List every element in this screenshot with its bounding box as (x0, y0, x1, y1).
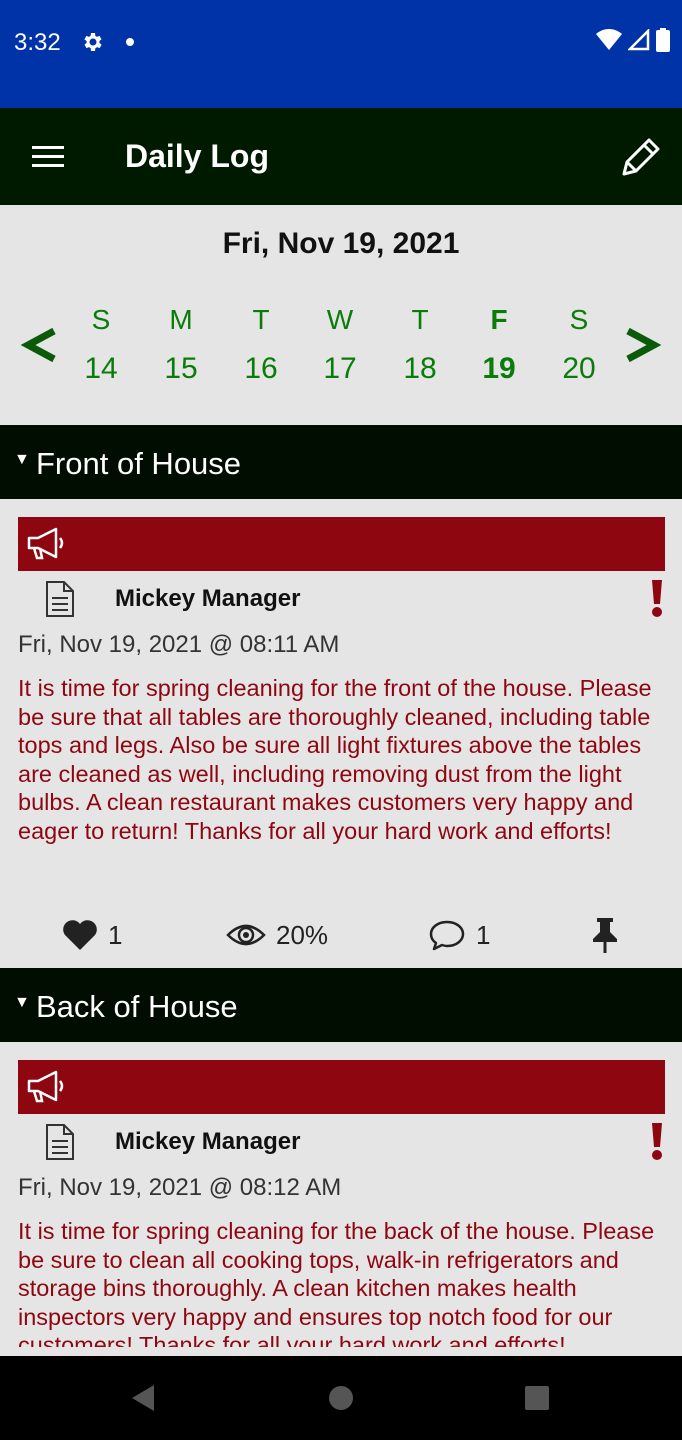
views-indicator[interactable]: 20% (226, 915, 328, 955)
system-navigation-bar (0, 1356, 682, 1440)
date-navigator: Fri, Nov 19, 2021 S 14 M 15 T 16 W 17 T … (0, 205, 682, 425)
megaphone-icon (27, 1070, 64, 1103)
day-letter: F (490, 304, 508, 335)
comment-count: 1 (476, 919, 491, 950)
day-15[interactable]: M 15 (146, 300, 216, 386)
heart-icon (63, 920, 97, 950)
section-header-front-of-house[interactable]: ▼ Front of House (0, 425, 682, 499)
day-number: 18 (403, 352, 437, 385)
gear-icon (84, 33, 102, 51)
post-timestamp: Fri, Nov 19, 2021 @ 08:11 AM (18, 631, 340, 658)
day-number: 15 (164, 352, 198, 385)
pencil-icon[interactable] (616, 132, 666, 182)
selected-date: Fri, Nov 19, 2021 (222, 227, 460, 260)
collapse-arrow-icon: ▼ (14, 994, 30, 1011)
eye-icon (226, 924, 266, 946)
day-number: 20 (562, 352, 596, 385)
announcement-banner (18, 1060, 665, 1114)
collapse-arrow-icon: ▼ (14, 451, 30, 468)
view-percent: 20% (276, 919, 329, 950)
signal-icon (628, 29, 650, 51)
day-letter: T (411, 304, 429, 335)
post-body: It is time for spring cleaning for the f… (18, 675, 652, 844)
day-number: 14 (84, 352, 118, 385)
section-title: Front of House (36, 446, 242, 481)
pin-button[interactable] (589, 915, 621, 955)
home-icon[interactable] (328, 1383, 354, 1413)
status-bar: 3:32 (0, 0, 682, 108)
comment-button[interactable]: 1 (428, 915, 490, 955)
day-letter: M (169, 304, 193, 335)
next-week-button[interactable] (622, 323, 662, 367)
megaphone-icon (27, 527, 64, 560)
post-author: Mickey Manager (115, 585, 301, 612)
menu-icon[interactable] (28, 138, 70, 174)
announcement-banner (18, 517, 665, 571)
battery-icon (656, 28, 670, 52)
post-body: It is time for spring cleaning for the b… (18, 1218, 655, 1347)
page-title: Daily Log (125, 138, 270, 174)
day-20[interactable]: S 20 (544, 300, 614, 386)
day-number: 19 (482, 352, 516, 385)
post-author: Mickey Manager (115, 1128, 301, 1155)
app-bar: Daily Log (0, 108, 682, 205)
recents-icon[interactable] (524, 1383, 550, 1413)
post-timestamp: Fri, Nov 19, 2021 @ 08:12 AM (18, 1174, 342, 1201)
day-17[interactable]: W 17 (305, 300, 375, 386)
document-icon[interactable] (44, 580, 76, 618)
wifi-icon (596, 29, 622, 50)
day-18[interactable]: T 18 (385, 300, 455, 386)
day-number: 17 (323, 352, 357, 385)
day-letter: S (91, 304, 111, 335)
back-icon[interactable] (128, 1383, 158, 1413)
like-button[interactable]: 1 (62, 915, 122, 955)
previous-week-button[interactable] (20, 323, 60, 367)
day-16[interactable]: T 16 (226, 300, 296, 386)
comment-icon (429, 920, 465, 951)
day-letter: S (569, 304, 589, 335)
exclamation-icon (652, 1123, 662, 1160)
like-count: 1 (108, 919, 123, 950)
day-number: 16 (244, 352, 278, 385)
day-letter: W (326, 304, 354, 335)
day-letter: T (252, 304, 270, 335)
document-icon[interactable] (44, 1123, 76, 1161)
day-19-selected[interactable]: F 19 (464, 300, 534, 386)
exclamation-icon (652, 580, 662, 617)
status-time: 3:32 (14, 29, 61, 56)
section-title: Back of House (36, 989, 238, 1024)
notification-dot-icon (126, 38, 134, 46)
status-icons (596, 28, 670, 52)
day-14[interactable]: S 14 (66, 300, 136, 386)
section-header-back-of-house[interactable]: ▼ Back of House (0, 968, 682, 1042)
pin-icon (593, 918, 617, 953)
